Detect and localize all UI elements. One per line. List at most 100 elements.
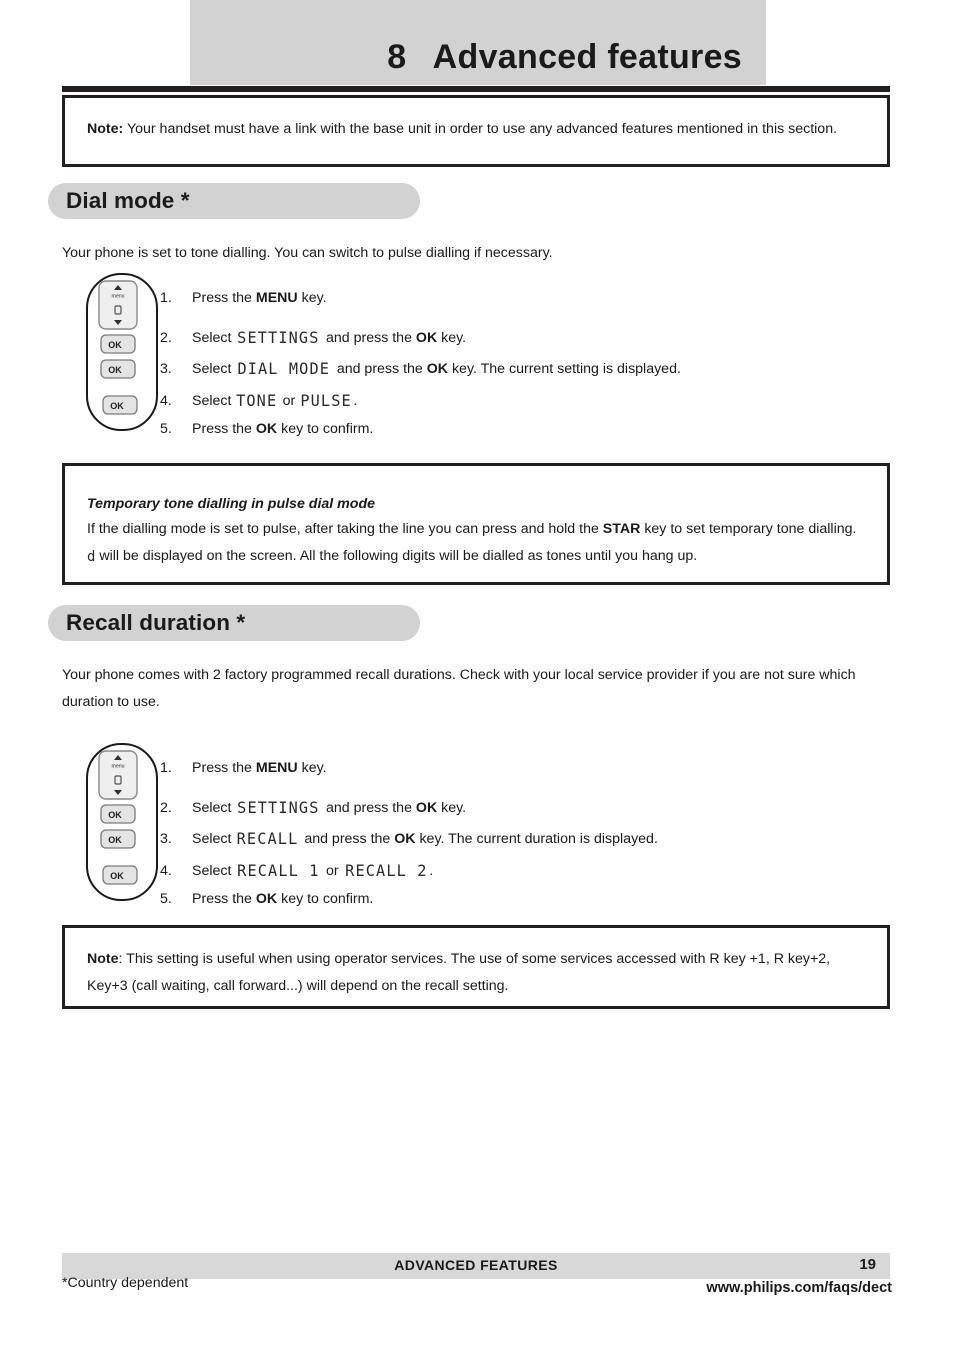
step-text-mid: or [278, 392, 300, 409]
step-text-mid: and press the [332, 361, 427, 378]
step-number: 4. [160, 392, 172, 409]
step-item: 5. Press the OK key to confirm. [160, 889, 880, 910]
step-text-mid: and press the [300, 831, 395, 848]
step-number: 2. [160, 799, 172, 816]
step-text-mid: and press the [322, 799, 416, 816]
step-text-mid: and press the [322, 329, 416, 346]
step-item: 1. Press the MENU key. [160, 758, 880, 779]
step-text-bold: OK [255, 421, 278, 438]
step-text-pre: Select [192, 831, 236, 848]
chapter-header-banner: 8 Advanced features [190, 0, 766, 85]
step-text-pre: Select [192, 329, 236, 346]
footer-page-number: 19 [859, 1256, 876, 1273]
step-text-bold: OK [415, 799, 438, 816]
step-item: 5. Press the OK key to confirm. [160, 419, 880, 440]
step-item: 3. Select RECALL and press the OK key. T… [160, 826, 880, 850]
note-box-bottom-text: Note: This setting is useful when using … [87, 946, 867, 1001]
handset-illustration-recall-duration: menu OK OK OK [85, 742, 159, 902]
section-heading-recall-duration: Recall duration * [48, 605, 420, 641]
step-text-post: key. [437, 799, 467, 816]
step-text-pre: Press the [192, 891, 256, 908]
note-top-body: Your handset must have a link with the b… [126, 121, 838, 137]
handset-illustration-dial-mode: menu OK OK OK [85, 272, 159, 432]
step-number: 4. [160, 862, 172, 879]
step-text-bold: OK [415, 329, 438, 346]
step-text-bold: OK [394, 831, 416, 848]
step-number: 3. [160, 361, 172, 378]
svg-text:OK: OK [108, 365, 122, 375]
step-number: 3. [160, 831, 172, 848]
step-item: 4. Select RECALL 1 or RECALL 2. [160, 858, 880, 882]
dial-mode-intro-paragraph: Your phone is set to tone dialling. You … [62, 245, 553, 261]
step-text-post: key. The current duration is displayed. [415, 831, 658, 848]
note-box-top: Note: Your handset must have a link with… [62, 95, 890, 167]
step-item: 2. Select SETTINGS and press the OK key. [160, 795, 880, 819]
step-text: Press the OK key to confirm. [192, 419, 880, 440]
step-text-pre: Select [192, 862, 236, 879]
step-text-pre: Press the [192, 760, 256, 776]
step-spacer [160, 779, 880, 795]
step-text: Select RECALL and press the OK key. The … [192, 826, 880, 850]
note-bottom-body: : This setting is useful when using oper… [87, 951, 831, 995]
note-box-bottom: Note: This setting is useful when using … [62, 925, 890, 1009]
note-box-temporary-tone: Temporary tone dialling in pulse dial mo… [62, 463, 890, 585]
lcd-display-text: SETTINGS [237, 797, 320, 817]
lcd-display-text: TONE [236, 390, 278, 410]
step-text-pre: Press the [192, 421, 256, 438]
step-text-post: key. [437, 329, 467, 346]
svg-text:menu: menu [112, 294, 125, 300]
svg-text:OK: OK [110, 871, 124, 881]
lcd-display-text: RECALL [237, 829, 299, 849]
note-bottom-label: Note [87, 951, 119, 967]
step-text: Select TONE or PULSE. [192, 388, 880, 412]
svg-text:menu: menu [112, 764, 125, 770]
section-heading-dial-mode-label: Dial mode * [66, 188, 190, 213]
footer-website-url[interactable]: www.philips.com/faqs/dect [706, 1280, 892, 1296]
lcd-display-text: DIAL MODE [237, 359, 331, 379]
step-text-post: . [353, 392, 358, 409]
step-text-post: . [429, 862, 434, 879]
step-text: Select SETTINGS and press the OK key. [192, 325, 880, 349]
chapter-title: Advanced features [432, 38, 742, 76]
svg-text:OK: OK [108, 835, 122, 845]
step-item: 3. Select DIAL MODE and press the OK key… [160, 356, 880, 380]
header-divider-rule [62, 86, 890, 92]
step-item: 1. Press the MENU key. [160, 288, 880, 309]
svg-text:OK: OK [108, 340, 122, 350]
step-text-post: key. The current setting is displayed. [448, 361, 681, 378]
note-temporary-part1: If the dialling mode is set to pulse, af… [87, 521, 603, 537]
note-temporary-part3: will be displayed on the screen. All the… [95, 548, 698, 565]
recall-duration-intro-paragraph: Your phone comes with 2 factory programm… [62, 667, 856, 711]
note-box-top-inner: Note: Your handset must have a link with… [65, 98, 887, 157]
step-text-post: key to confirm. [277, 421, 374, 438]
note-temporary-part2: key to set temporary tone dialling. [640, 521, 857, 537]
step-text: Press the OK key to confirm. [192, 889, 880, 910]
section-heading-recall-duration-label: Recall duration * [66, 610, 246, 635]
step-text-mid: or [322, 862, 343, 879]
step-text-bold: OK [426, 361, 449, 378]
step-text: Select DIAL MODE and press the OK key. T… [192, 356, 880, 380]
svg-text:OK: OK [110, 401, 124, 411]
note-box-top-text: Note: Your handset must have a link with… [87, 116, 867, 143]
step-text: Press the MENU key. [192, 288, 880, 309]
step-text-pre: Select [192, 799, 236, 816]
lcd-display-text: RECALL 1 [237, 860, 320, 880]
lcd-display-text-alt: RECALL 2 [344, 860, 428, 880]
step-text-pre: Select [192, 392, 236, 409]
svg-text:OK: OK [108, 810, 122, 820]
note-temporary-subtitle: Temporary tone dialling in pulse dial mo… [87, 496, 375, 512]
step-spacer [160, 309, 880, 325]
chapter-number: 8 [387, 38, 407, 76]
step-number: 2. [160, 329, 172, 346]
recall-duration-steps-list: 1. Press the MENU key. 2. Select SETTING… [160, 758, 880, 910]
step-number: 1. [160, 760, 172, 776]
note-box-bottom-inner: Note: This setting is useful when using … [65, 928, 887, 1015]
step-text: Select SETTINGS and press the OK key. [192, 795, 880, 819]
section-heading-dial-mode: Dial mode * [48, 183, 420, 219]
step-text: Select RECALL 1 or RECALL 2. [192, 858, 880, 882]
step-text-post: key. [297, 760, 327, 776]
step-text-post: key to confirm. [277, 891, 374, 908]
note-top-label: Note: [87, 121, 124, 137]
lcd-glyph-d: d [87, 549, 96, 566]
step-number: 5. [160, 891, 172, 908]
